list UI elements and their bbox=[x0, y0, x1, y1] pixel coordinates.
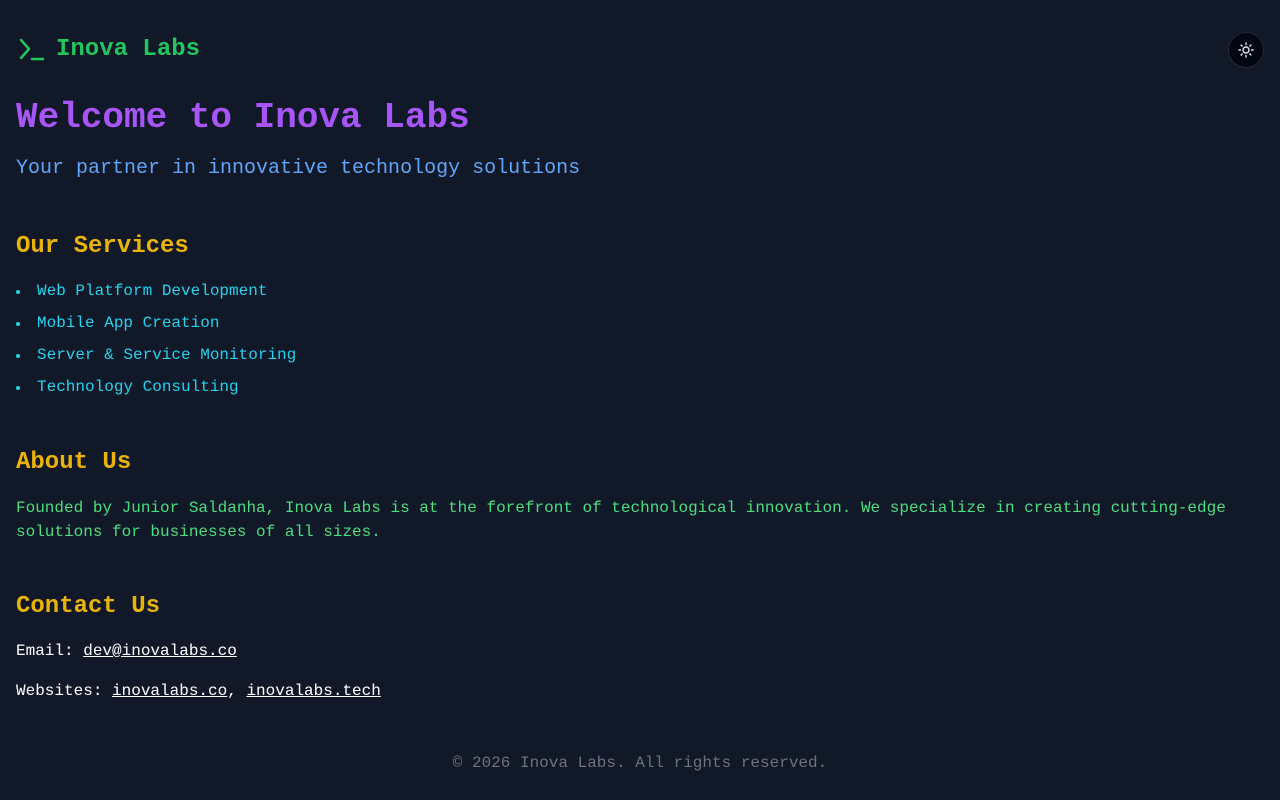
about-heading: About Us bbox=[16, 449, 132, 476]
website-link-co[interactable]: inovalabs.co bbox=[112, 682, 227, 700]
contact-websites-line: Websites: inovalabs.co, inovalabs.tech bbox=[16, 680, 381, 702]
hero-title: Welcome to Inova Labs bbox=[16, 97, 470, 138]
service-label: Web Platform Development bbox=[37, 282, 268, 300]
service-label: Server & Service Monitoring bbox=[37, 346, 297, 364]
list-item: Technology Consulting bbox=[16, 376, 296, 408]
brand[interactable]: Inova Labs bbox=[16, 30, 200, 68]
brand-name: Inova Labs bbox=[56, 35, 201, 63]
contact-email-line: Email: dev@inovalabs.co bbox=[16, 640, 237, 662]
bullet-icon bbox=[16, 322, 20, 326]
email-label: Email: bbox=[16, 642, 84, 660]
list-item: Mobile App Creation bbox=[16, 312, 296, 344]
sun-icon bbox=[1238, 42, 1254, 58]
service-label: Technology Consulting bbox=[37, 378, 239, 396]
footer-copyright: © 2026 Inova Labs. All rights reserved. bbox=[452, 754, 828, 772]
services-heading: Our Services bbox=[16, 233, 189, 260]
list-item: Web Platform Development bbox=[16, 280, 296, 312]
email-link[interactable]: dev@inovalabs.co bbox=[83, 642, 237, 660]
list-item: Server & Service Monitoring bbox=[16, 344, 296, 376]
website-link-tech[interactable]: inovalabs.tech bbox=[246, 682, 380, 700]
terminal-prompt-icon bbox=[16, 35, 46, 63]
service-label: Mobile App Creation bbox=[37, 314, 220, 332]
websites-label: Websites: bbox=[16, 682, 113, 700]
services-list: Web Platform Development Mobile App Crea… bbox=[16, 280, 296, 408]
bullet-icon bbox=[16, 386, 20, 390]
bullet-icon bbox=[16, 354, 20, 358]
hero-subtitle: Your partner in innovative technology so… bbox=[16, 157, 581, 180]
theme-toggle-button[interactable] bbox=[1228, 32, 1264, 68]
bullet-icon bbox=[16, 290, 20, 294]
about-text: Founded by Junior Saldanha, Inova Labs i… bbox=[16, 499, 1226, 541]
website-separator: , bbox=[227, 682, 247, 700]
contact-heading: Contact Us bbox=[16, 593, 161, 620]
